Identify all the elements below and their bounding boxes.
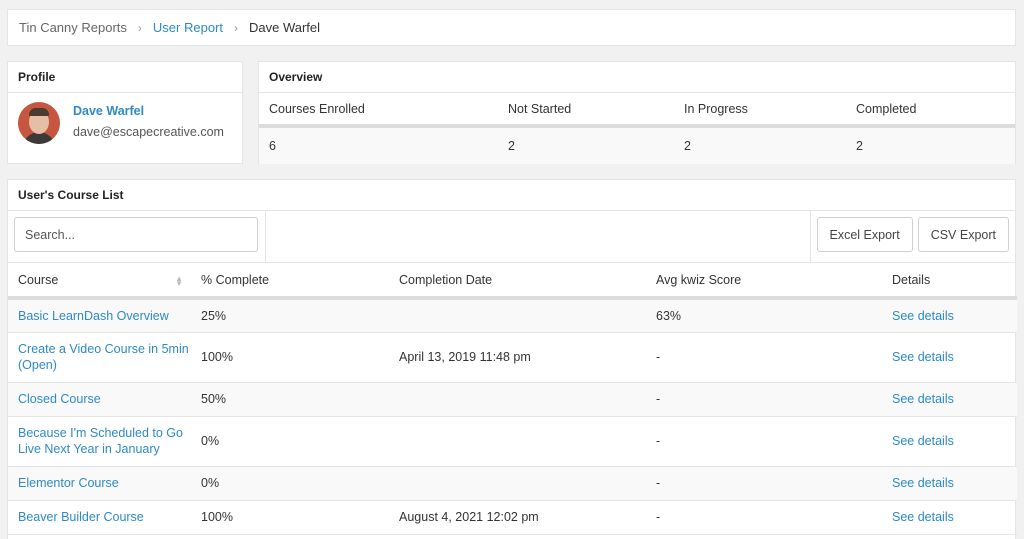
table-row: Closed Course 50% - See details xyxy=(8,382,1017,417)
csv-export-button[interactable]: CSV Export xyxy=(917,217,1009,252)
see-details-link[interactable]: See details xyxy=(892,434,954,448)
course-avg-score: - xyxy=(646,466,882,501)
overview-value-enrolled: 6 xyxy=(269,139,276,153)
table-row: Because I'm Scheduled to Go Live Next Ye… xyxy=(8,416,1017,467)
course-percent: 25% xyxy=(191,298,389,333)
course-list-panel: User's Course List Excel Export CSV Expo… xyxy=(7,179,1017,539)
overview-title: Overview xyxy=(259,62,1015,93)
excel-export-button[interactable]: Excel Export xyxy=(816,217,913,252)
overview-header-enrolled: Courses Enrolled xyxy=(269,101,365,116)
course-completion-date: August 4, 2021 12:02 pm xyxy=(389,500,646,535)
overview-header-completed: Completed xyxy=(856,101,917,116)
see-details-link[interactable]: See details xyxy=(892,350,954,364)
course-link[interactable]: Elementor Course xyxy=(18,476,119,490)
breadcrumb-user-report[interactable]: User Report xyxy=(153,20,223,35)
breadcrumb-current-user: Dave Warfel xyxy=(248,20,321,35)
course-avg-score: 63% xyxy=(646,298,882,333)
column-header-details[interactable]: Details xyxy=(882,263,1017,300)
search-input[interactable] xyxy=(14,217,258,252)
column-header-completion-date[interactable]: Completion Date xyxy=(389,263,646,300)
table-row: Elementor Course 0% - See details xyxy=(8,466,1017,501)
profile-panel: Profile Dave Warfel dave@escapecreative.… xyxy=(7,61,243,164)
breadcrumb-tin-canny-reports[interactable]: Tin Canny Reports xyxy=(19,20,127,35)
column-header-course[interactable]: Course ▲ ▼ xyxy=(8,263,191,300)
course-completion-date xyxy=(389,382,646,417)
course-list-toolbar: Excel Export CSV Export xyxy=(8,211,1015,263)
column-header-avg-score[interactable]: Avg kwiz Score xyxy=(646,263,882,300)
course-link[interactable]: Closed Course xyxy=(18,392,101,406)
course-link[interactable]: Beaver Builder Course xyxy=(18,510,144,524)
course-link[interactable]: Because I'm Scheduled to Go Live Next Ye… xyxy=(18,426,183,456)
table-row: Basic LearnDash Overview 25% 63% See det… xyxy=(8,298,1017,333)
course-completion-date xyxy=(389,416,646,467)
see-details-link[interactable]: See details xyxy=(892,309,954,323)
overview-header-not-started: Not Started xyxy=(508,101,572,116)
see-details-link[interactable]: See details xyxy=(892,510,954,524)
course-completion-date xyxy=(389,466,646,501)
chevron-right-icon: › xyxy=(137,20,142,35)
overview-value-in-progress: 2 xyxy=(684,139,691,153)
see-details-link[interactable]: See details xyxy=(892,476,954,490)
overview-panel: Overview Courses Enrolled Not Started In… xyxy=(258,61,1016,164)
course-avg-score: - xyxy=(646,332,882,383)
breadcrumb: Tin Canny Reports › User Report › Dave W… xyxy=(7,9,1016,46)
overview-values-row: 6 2 2 2 xyxy=(259,128,1015,164)
column-header-complete[interactable]: % Complete xyxy=(191,263,389,300)
course-percent: 100% xyxy=(191,500,389,535)
course-list-title: User's Course List xyxy=(8,180,1015,211)
overview-value-completed: 2 xyxy=(856,139,863,153)
course-completion-date xyxy=(389,298,646,333)
course-percent: 50% xyxy=(191,382,389,417)
course-percent: 0% xyxy=(191,466,389,501)
overview-value-not-started: 2 xyxy=(508,139,515,153)
sort-icon[interactable]: ▲ ▼ xyxy=(175,274,183,287)
overview-header-row: Courses Enrolled Not Started In Progress… xyxy=(259,93,1015,128)
see-details-link[interactable]: See details xyxy=(892,392,954,406)
profile-email: dave@escapecreative.com xyxy=(73,125,224,139)
course-link[interactable]: Basic LearnDash Overview xyxy=(18,309,169,323)
course-table: Course ▲ ▼ % Complete Completion Date Avg … xyxy=(8,263,1017,535)
avatar xyxy=(18,102,60,144)
course-completion-date: April 13, 2019 11:48 pm xyxy=(389,332,646,383)
table-row: Beaver Builder Course 100% August 4, 202… xyxy=(8,500,1017,535)
table-row: Create a Video Course in 5min (Open) 100… xyxy=(8,332,1017,383)
course-percent: 0% xyxy=(191,416,389,467)
profile-name-link[interactable]: Dave Warfel xyxy=(73,104,224,118)
course-avg-score: - xyxy=(646,416,882,467)
overview-header-in-progress: In Progress xyxy=(684,101,748,116)
table-header-row: Course ▲ ▼ % Complete Completion Date Avg … xyxy=(8,263,1017,300)
course-percent: 100% xyxy=(191,332,389,383)
course-avg-score: - xyxy=(646,500,882,535)
profile-title: Profile xyxy=(8,62,242,93)
course-link[interactable]: Create a Video Course in 5min (Open) xyxy=(18,342,189,372)
chevron-right-icon: › xyxy=(233,20,238,35)
course-avg-score: - xyxy=(646,382,882,417)
